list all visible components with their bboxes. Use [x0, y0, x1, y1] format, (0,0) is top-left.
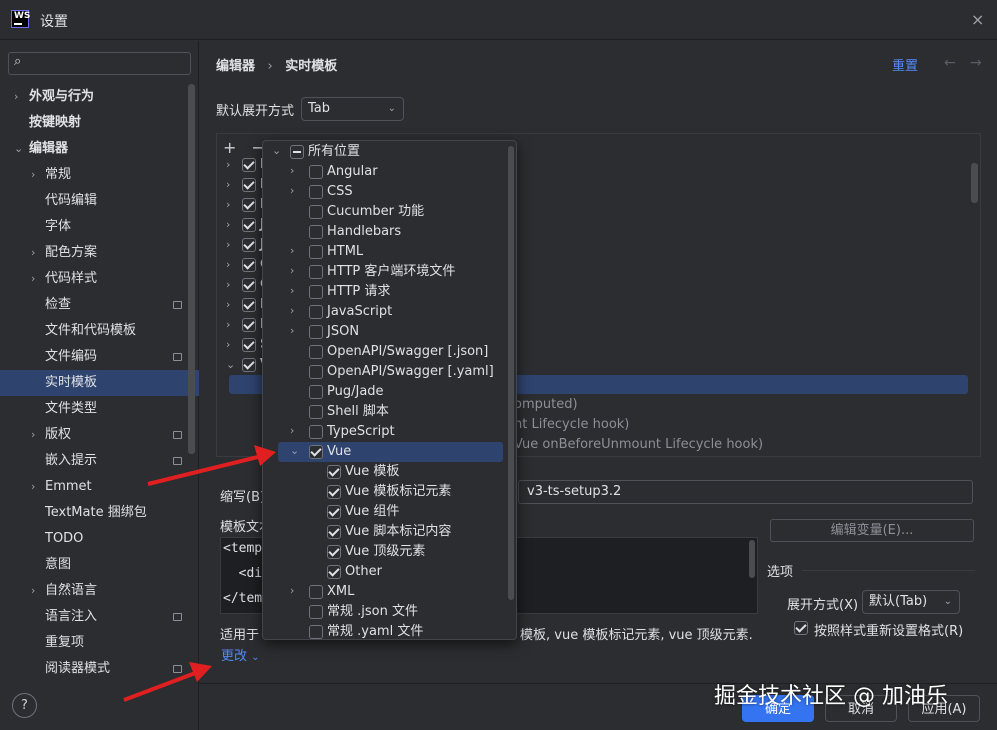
arrow-to-vue-icon — [147, 445, 276, 486]
annotation-arrows — [123, 445, 276, 702]
watermark: 掘金技术社区 @ 加油乐 — [714, 684, 948, 709]
arrow-to-change-icon — [123, 662, 212, 702]
